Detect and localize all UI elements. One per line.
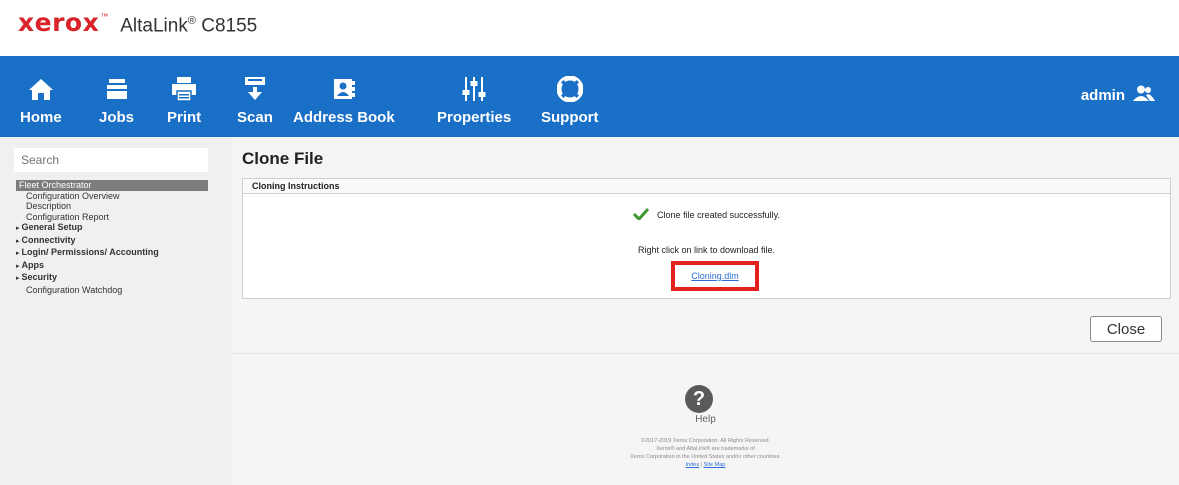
nav-print-label: Print — [167, 109, 202, 126]
sidebar-item-fleet-orchestrator[interactable]: Fleet Orchestrator — [16, 180, 208, 191]
download-link[interactable]: Cloning.dlm — [691, 271, 739, 281]
success-text: Clone file created successfully. — [657, 210, 780, 220]
footer: ? Help ©2017-2019 Xerox Corporation. All… — [232, 353, 1179, 485]
success-message: Clone file created successfully. — [243, 207, 1170, 222]
nav-address-book[interactable]: Address Book — [293, 56, 395, 137]
help-label[interactable]: Help — [232, 414, 1179, 425]
sidebar-item-configuration-watchdog[interactable]: Configuration Watchdog — [16, 285, 208, 296]
sitemap-link[interactable]: Site Map — [704, 462, 726, 468]
user-icon — [1133, 85, 1155, 105]
checkmark-icon — [632, 207, 650, 222]
nav-home[interactable]: Home — [20, 56, 62, 137]
sidebar: Fleet Orchestrator Configuration Overvie… — [0, 137, 232, 485]
expand-triangle-icon: ▸ — [16, 250, 20, 257]
sidebar-item-general-setup[interactable]: ▸ General Setup — [16, 222, 208, 235]
nav-support[interactable]: Support — [541, 56, 599, 137]
sidebar-item-security[interactable]: ▸ Security — [16, 272, 208, 285]
home-icon — [26, 74, 56, 104]
footer-links: Index | Site Map — [232, 461, 1179, 469]
close-button[interactable]: Close — [1090, 316, 1162, 342]
xerox-logo: xerox — [18, 8, 100, 37]
help-icon[interactable]: ? — [685, 385, 713, 413]
sidebar-item-connectivity[interactable]: ▸ Connectivity — [16, 235, 208, 248]
nav-scan-label: Scan — [237, 109, 273, 126]
print-icon — [169, 74, 199, 104]
address-book-icon — [329, 74, 359, 104]
copyright-line-2: Xerox® and AltaLink® are trademarks of — [656, 446, 755, 452]
nav-print[interactable]: Print — [167, 56, 201, 137]
trademark-mark: ™ — [100, 12, 109, 21]
download-instruction: Right click on link to download file. — [637, 245, 776, 255]
nav-support-label: Support — [541, 109, 599, 126]
expand-triangle-icon: ▸ — [16, 225, 20, 232]
expand-triangle-icon: ▸ — [16, 237, 20, 245]
scan-icon — [240, 74, 270, 104]
sidebar-menu: Fleet Orchestrator Configuration Overvie… — [16, 180, 208, 295]
nav-properties[interactable]: Properties — [437, 56, 511, 137]
main-content: Clone File Cloning Instructions Clone fi… — [232, 137, 1179, 353]
nav-jobs[interactable]: Jobs — [99, 56, 134, 137]
support-icon — [555, 74, 585, 104]
top-navigation-bar: Home Jobs Print Scan Address Book Proper… — [0, 56, 1179, 137]
page-title: Clone File — [242, 149, 324, 168]
copyright-line-1: ©2017-2019 Xerox Corporation. All Rights… — [640, 438, 771, 444]
sidebar-item-apps[interactable]: ▸ Apps — [16, 260, 208, 273]
jobs-icon — [102, 74, 132, 104]
user-menu[interactable]: admin — [1081, 85, 1155, 105]
device-model: AltaLink® C8155 — [120, 14, 258, 36]
user-name: admin — [1080, 86, 1125, 104]
nav-jobs-label: Jobs — [99, 109, 135, 126]
nav-scan[interactable]: Scan — [237, 56, 273, 137]
download-link-highlight: Cloning.dlm — [671, 261, 759, 291]
expand-triangle-icon: ▸ — [16, 262, 20, 270]
expand-triangle-icon: ▸ — [16, 275, 20, 282]
copyright-notice: ©2017-2019 Xerox Corporation. All Rights… — [232, 437, 1179, 469]
index-link[interactable]: Index — [686, 462, 699, 468]
search-input[interactable] — [14, 148, 208, 172]
sidebar-item-configuration-overview[interactable]: Configuration Overview — [16, 191, 208, 202]
cloning-instructions-panel: Cloning Instructions Clone file created … — [242, 178, 1171, 299]
nav-home-label: Home — [20, 109, 62, 126]
copyright-line-3: Xerox Corporation in the United States a… — [630, 454, 781, 460]
properties-icon — [459, 74, 489, 104]
sidebar-item-description[interactable]: Description — [16, 201, 208, 212]
sidebar-item-login-permissions-accounting[interactable]: ▸ Login/ Permissions/ Accounting — [16, 247, 208, 260]
brand-header: xerox ™ AltaLink® C8155 — [18, 8, 257, 48]
nav-address-book-label: Address Book — [293, 109, 395, 126]
panel-header: Cloning Instructions — [243, 179, 1170, 194]
nav-properties-label: Properties — [437, 109, 512, 126]
sidebar-item-configuration-report[interactable]: Configuration Report — [16, 212, 208, 223]
